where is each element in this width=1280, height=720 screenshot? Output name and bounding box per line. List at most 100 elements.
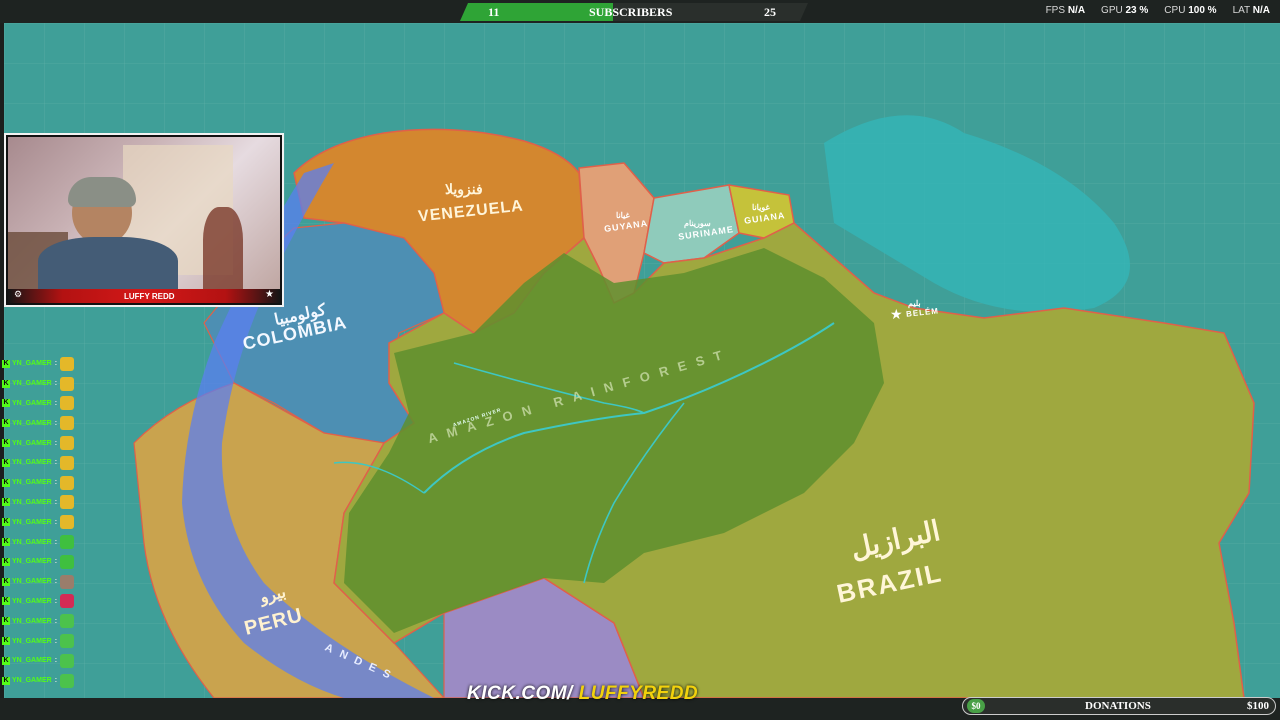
- chat-emote-icon: [60, 653, 75, 668]
- map-graphic: ★: [4, 23, 1280, 698]
- chat-message: K YN_GAMER:: [2, 394, 92, 414]
- chat-emote-icon: [60, 614, 75, 629]
- chat-emote-icon: [60, 396, 75, 411]
- label-belem-ar: بليم: [908, 299, 921, 308]
- chat-username: YN_GAMER: [12, 518, 52, 526]
- chat-message: K YN_GAMER:: [2, 611, 92, 631]
- chat-emote-icon: [60, 554, 75, 569]
- chat-message: K YN_GAMER:: [2, 493, 92, 513]
- chat-username: YN_GAMER: [12, 439, 52, 447]
- donation-high: $100: [1247, 700, 1269, 712]
- kick-badge-icon: K: [2, 617, 10, 626]
- kick-badge-icon: K: [2, 478, 10, 487]
- chat-username: YN_GAMER: [12, 578, 52, 586]
- chat-separator: :: [54, 419, 58, 427]
- subscriber-goal-target: 25: [764, 5, 776, 19]
- kick-badge-icon: K: [2, 656, 10, 665]
- chat-message: K YN_GAMER:: [2, 413, 92, 433]
- chat-separator: :: [54, 518, 58, 526]
- chat-emote-icon: [60, 416, 75, 431]
- chat-username: YN_GAMER: [12, 657, 52, 665]
- chat-separator: :: [54, 637, 58, 645]
- streamer-name: LUFFY REDD: [124, 292, 175, 301]
- chat-message: K YN_GAMER:: [2, 671, 92, 691]
- subscriber-goal-label: SUBSCRIBERS: [589, 5, 673, 19]
- chat-separator: :: [54, 439, 58, 447]
- chat-separator: :: [54, 558, 58, 566]
- chat-username: YN_GAMER: [12, 637, 52, 645]
- chat-emote-icon: [60, 673, 75, 688]
- chat-username: YN_GAMER: [12, 677, 52, 685]
- kick-badge-icon: K: [2, 379, 10, 388]
- streamer-hoodie: [38, 237, 178, 289]
- chat-message: K YN_GAMER:: [2, 651, 92, 671]
- kick-badge-icon: K: [2, 538, 10, 547]
- chat-message: K YN_GAMER:: [2, 453, 92, 473]
- chat-username: YN_GAMER: [12, 360, 52, 368]
- subscriber-current-count: 11: [488, 5, 500, 19]
- chat-message: K YN_GAMER:: [2, 572, 92, 592]
- chat-separator: :: [54, 399, 58, 407]
- subscriber-goal-bar: 11 SUBSCRIBERS 25: [460, 3, 808, 21]
- donation-goal-bar: $0 DONATIONS $100: [962, 697, 1276, 715]
- stat-latency: LAT N/A: [1232, 5, 1270, 16]
- chat-emote-icon: [60, 475, 75, 490]
- chat-separator: :: [54, 360, 58, 368]
- kick-badge-icon: K: [2, 498, 10, 507]
- belem-star-icon: ★: [890, 306, 903, 322]
- chat-message: K YN_GAMER:: [2, 592, 92, 612]
- chat-separator: :: [54, 538, 58, 546]
- performance-stats: FPS N/A GPU 23 % CPU 100 % LAT N/A: [1046, 5, 1270, 16]
- chat-username: YN_GAMER: [12, 479, 52, 487]
- chat-separator: :: [54, 459, 58, 467]
- kick-badge-icon: K: [2, 518, 10, 527]
- label-venezuela-ar: فنزويلا: [445, 181, 483, 197]
- top-overlay-bar: 11 SUBSCRIBERS 25 FPS N/A GPU 23 % CPU 1…: [0, 0, 1280, 23]
- chat-emote-icon: [60, 515, 75, 530]
- label-suriname-ar: سورينام: [684, 219, 711, 228]
- chat-username: YN_GAMER: [12, 558, 52, 566]
- label-guiana-ar: غويانا: [752, 203, 770, 212]
- kick-badge-icon: K: [2, 557, 10, 566]
- star-icon: ★: [265, 289, 274, 300]
- chat-emote-icon: [60, 535, 75, 550]
- chat-emote-icon: [60, 574, 75, 589]
- kick-badge-icon: K: [2, 399, 10, 408]
- chat-message: K YN_GAMER:: [2, 374, 92, 394]
- chat-message: K YN_GAMER:: [2, 354, 92, 374]
- donation-low: $0: [967, 699, 985, 713]
- kick-badge-icon: K: [2, 458, 10, 467]
- chat-username: YN_GAMER: [12, 380, 52, 388]
- chat-emote-icon: [60, 495, 75, 510]
- chat-separator: :: [54, 479, 58, 487]
- chat-message: K YN_GAMER:: [2, 552, 92, 572]
- chat-username: YN_GAMER: [12, 399, 52, 407]
- chat-separator: :: [54, 380, 58, 388]
- chat-emote-icon: [60, 356, 75, 371]
- chat-username: YN_GAMER: [12, 419, 52, 427]
- chat-separator: :: [54, 617, 58, 625]
- kick-channel: LUFFYREDD: [578, 683, 699, 704]
- chat-message: K YN_GAMER:: [2, 532, 92, 552]
- chat-overlay: K YN_GAMER: K YN_GAMER: K YN_GAMER: K YN_GAMER:…: [2, 354, 92, 691]
- chat-message: K YN_GAMER:: [2, 512, 92, 532]
- chat-username: YN_GAMER: [12, 459, 52, 467]
- kick-badge-icon: K: [2, 637, 10, 646]
- chat-username: YN_GAMER: [12, 597, 52, 605]
- chat-emote-icon: [60, 594, 75, 609]
- chat-message: K YN_GAMER:: [2, 473, 92, 493]
- chat-separator: :: [54, 578, 58, 586]
- chat-emote-icon: [60, 634, 75, 649]
- chat-username: YN_GAMER: [12, 498, 52, 506]
- chat-separator: :: [54, 677, 58, 685]
- chat-emote-icon: [60, 376, 75, 391]
- chat-emote-icon: [60, 455, 75, 470]
- kick-badge-icon: K: [2, 676, 10, 685]
- chat-message: K YN_GAMER:: [2, 433, 92, 453]
- kick-badge-icon: K: [2, 419, 10, 428]
- chat-username: YN_GAMER: [12, 538, 52, 546]
- stat-cpu: CPU 100 %: [1164, 5, 1217, 16]
- amazon-map: ★ فنزويلا VENEZUELA غيانا GUYANA سورينام…: [4, 23, 1280, 698]
- kick-badge-icon: K: [2, 577, 10, 586]
- donation-label: DONATIONS: [1085, 700, 1151, 712]
